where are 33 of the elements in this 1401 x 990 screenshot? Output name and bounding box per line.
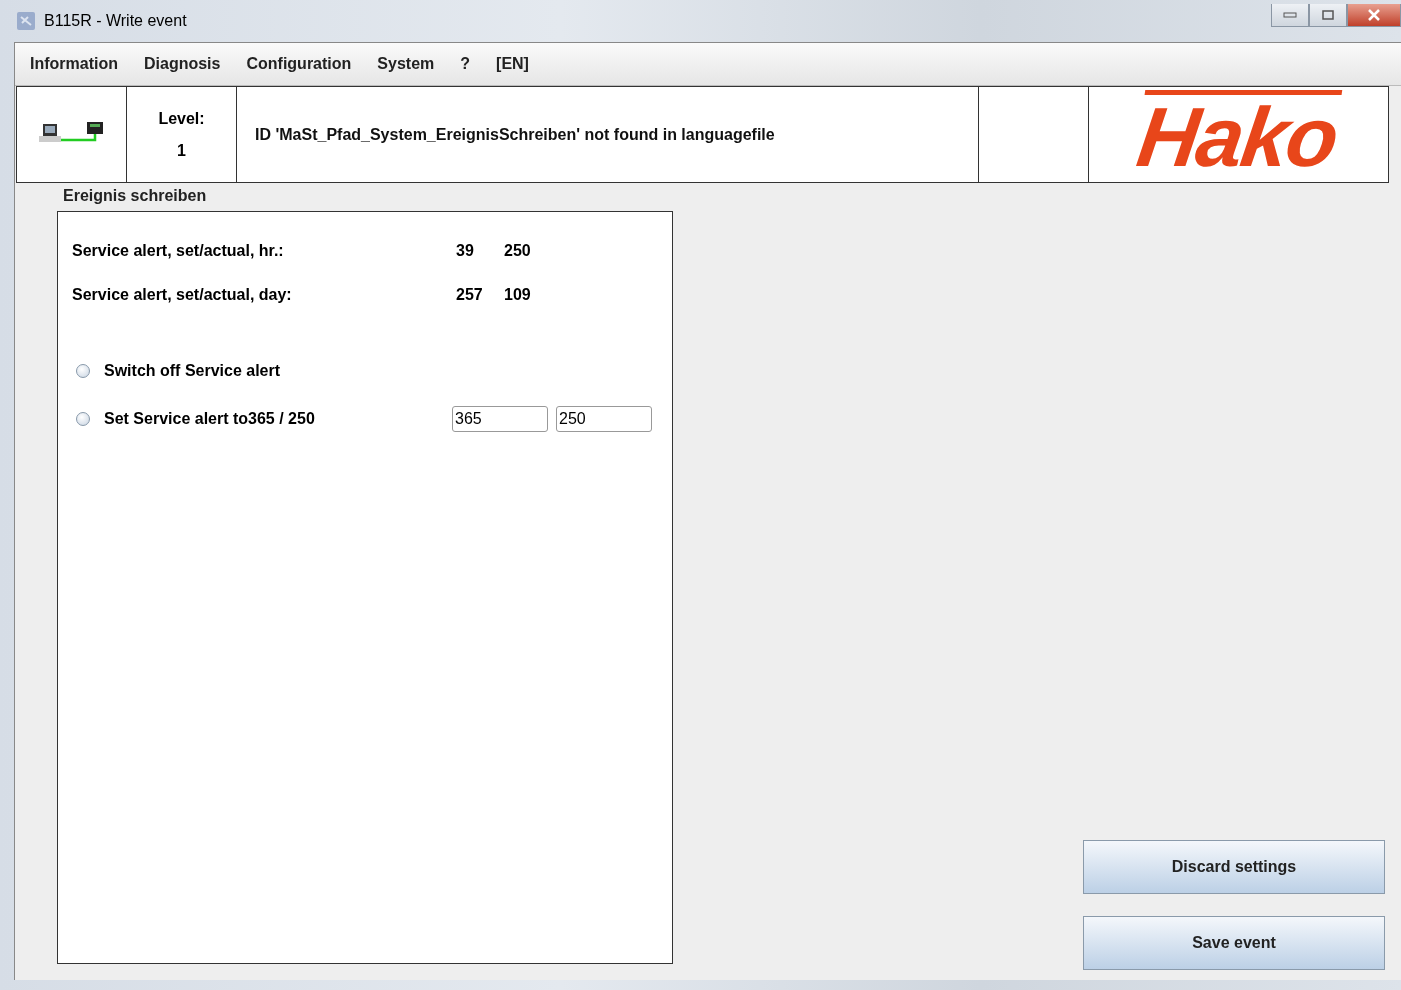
close-icon	[1367, 9, 1381, 21]
logo: Hako	[1133, 90, 1343, 179]
radio-button[interactable]	[76, 364, 90, 378]
reading-value: 257	[456, 286, 484, 304]
level-value: 1	[177, 141, 186, 160]
menu-item[interactable]: [EN]	[495, 55, 530, 73]
status-message: ID 'MaSt_Pfad_System_EreignisSchreiben' not found in languagefile	[255, 125, 775, 144]
maximize-icon	[1322, 10, 1334, 20]
menu-item[interactable]: ?	[459, 55, 472, 73]
reading-value: 39	[456, 242, 475, 260]
minimize-button[interactable]	[1271, 4, 1309, 27]
reading-label: Service alert, set/actual, hr.:	[72, 242, 285, 260]
option-label: Switch off Service alert	[104, 362, 282, 380]
input-field[interactable]: 365	[452, 406, 548, 432]
menu-item[interactable]: Diagnosis	[143, 55, 222, 73]
minimize-icon	[1283, 12, 1297, 18]
menu-item[interactable]: Configuration	[245, 55, 353, 73]
input-field[interactable]: 250	[556, 406, 652, 432]
menu-item[interactable]: System	[376, 55, 436, 73]
close-button[interactable]	[1347, 4, 1401, 27]
level-label: Level:	[158, 109, 205, 128]
panel-title: Ereignis schreiben	[62, 186, 208, 206]
reading-value: 250	[504, 242, 532, 260]
maximize-button[interactable]	[1309, 4, 1347, 27]
action-button[interactable]: Save event	[1083, 916, 1385, 970]
reading-value: 109	[504, 286, 532, 304]
menu-item[interactable]: Information	[29, 55, 119, 73]
window-title: B115R - Write event	[44, 12, 187, 30]
option-label: Set Service alert to365 / 250	[104, 410, 316, 428]
reading-label: Service alert, set/actual, day:	[72, 286, 293, 304]
app-icon	[16, 11, 36, 31]
action-button[interactable]: Discard settings	[1083, 840, 1385, 894]
radio-button[interactable]	[76, 412, 90, 426]
